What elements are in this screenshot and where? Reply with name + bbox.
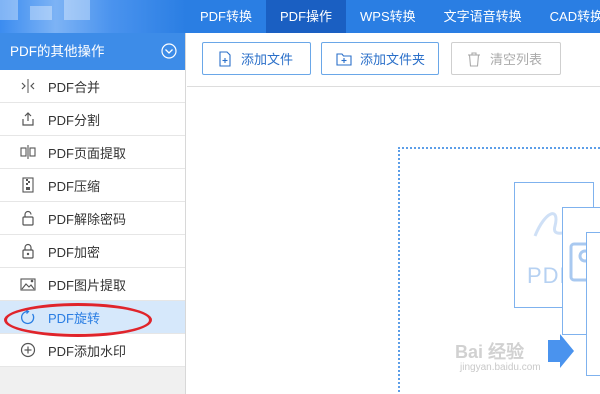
sidebar-item-split[interactable]: PDF分割 [0,103,185,136]
add-folder-label: 添加文件夹 [360,52,426,67]
add-file-label: 添加文件 [241,52,294,67]
tab-pdf-operations[interactable]: PDF操作 [266,0,347,33]
trash-icon [468,51,480,67]
sidebar-item-label: PDF解除密码 [48,211,127,227]
site-watermark: Bai 经验 [455,342,525,362]
unlock-icon [22,210,34,226]
app-logo-area [0,0,186,33]
sidebar: PDF的其他操作 PDF合并 PDF分割 PDF页面提取 PDF压缩 PDF解除… [0,33,186,394]
add-folder-button[interactable]: 添加文件夹 [321,42,439,75]
compress-icon [22,177,34,193]
split-icon [22,112,34,126]
front-document-illustration [586,232,600,376]
sidebar-item-merge[interactable]: PDF合并 [0,70,185,103]
sidebar-item-label: PDF合并 [48,79,101,95]
annotation-ellipse [4,303,152,337]
nav-tabs: PDF转换 PDF操作 WPS转换 文字语音转换 CAD转换 [186,0,600,33]
sidebar-item-compress[interactable]: PDF压缩 [0,169,185,202]
sidebar-header-title: PDF的其他操作 [10,44,105,59]
add-folder-icon [336,52,352,66]
lock-icon [22,243,34,259]
chevron-down-circle-icon[interactable] [161,43,177,59]
merge-icon [21,79,35,93]
sidebar-item-watermark[interactable]: PDF添加水印 [0,334,185,367]
clear-list-button[interactable]: 清空列表 [451,42,561,75]
sidebar-header[interactable]: PDF的其他操作 [0,33,185,70]
toolbar: 添加文件 添加文件夹 清空列表 [187,33,600,87]
arrow-right-icon [548,334,574,368]
sidebar-item-page-extract[interactable]: PDF页面提取 [0,136,185,169]
tab-cad-convert[interactable]: CAD转换 [536,0,600,33]
add-file-icon [219,50,231,67]
clear-list-label: 清空列表 [490,52,543,67]
tab-wps-convert[interactable]: WPS转换 [346,0,430,33]
site-watermark-url: jingyan.baidu.com [460,362,541,373]
sidebar-item-encrypt[interactable]: PDF加密 [0,235,185,268]
top-nav-bar: PDF转换 PDF操作 WPS转换 文字语音转换 CAD转换 [0,0,600,33]
sidebar-item-label: PDF图片提取 [48,277,127,293]
image-extract-icon [20,278,36,291]
sidebar-item-label: PDF加密 [48,244,101,260]
sidebar-item-image-extract[interactable]: PDF图片提取 [0,268,185,301]
sidebar-item-label: PDF页面提取 [48,145,127,161]
sidebar-item-unlock[interactable]: PDF解除密码 [0,202,185,235]
add-file-button[interactable]: 添加文件 [202,42,311,75]
sidebar-item-label: PDF分割 [48,112,101,128]
sidebar-item-label: PDF添加水印 [48,343,127,359]
page-extract-icon [20,145,36,159]
watermark-icon [20,342,36,358]
tab-text-speech[interactable]: 文字语音转换 [430,0,536,33]
sidebar-item-label: PDF压缩 [48,178,101,194]
tab-pdf-convert[interactable]: PDF转换 [186,0,266,33]
